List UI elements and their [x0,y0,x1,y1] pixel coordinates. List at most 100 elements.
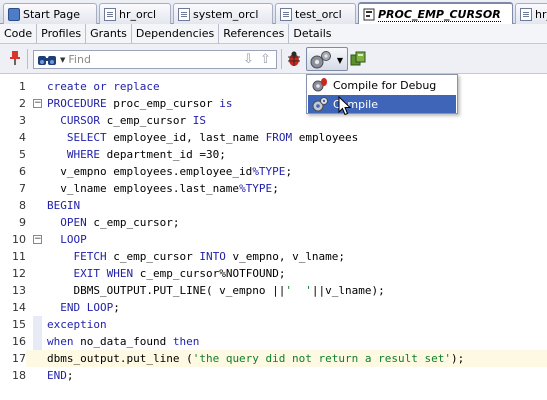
home-icon [8,7,20,21]
tab-label: test_orcl [295,7,342,21]
code-text: DBMS_OUTPUT.PUT_LINE( v_empno ||' '||v_l… [47,284,385,297]
tab-proc-emp-cursor[interactable]: PROC_EMP_CURSOR [358,2,513,25]
menu-item-compile-for-debug[interactable]: Compile for Debug [308,76,456,94]
code-line[interactable]: 5 WHERE department_id =30; [0,146,547,163]
line-number: 1 [19,80,26,93]
code-text: v_empno employees.employee_id%TYPE; [47,165,293,178]
toolbar-separator [281,49,282,69]
find-previous-icon[interactable]: ⇧ [258,52,273,67]
chevron-down-icon[interactable]: ▼ [60,56,65,64]
code-text: exception [47,318,107,331]
tab-test-orcl[interactable]: test_orcl [275,3,356,24]
code-text: BEGIN [47,199,81,212]
line-number: 10 [12,233,26,246]
code-line[interactable]: 9 OPEN c_emp_cursor; [0,214,547,231]
code-text: v_lname employees.last_name%TYPE; [47,182,279,195]
line-number: 13 [12,284,26,297]
code-line[interactable]: 3 CURSOR c_emp_cursor IS [0,112,547,129]
fold-toggle-icon[interactable]: − [33,235,42,244]
subtab-profiles[interactable]: Profiles [37,23,87,44]
code-text: when no_data_found then [47,335,200,348]
line-number: 15 [12,318,26,331]
sql-worksheet-icon [520,7,532,21]
line-number: 5 [19,148,26,161]
menu-item-label: Compile for Debug [333,78,437,92]
debug-icon[interactable] [286,51,302,67]
run-icon[interactable] [350,51,366,67]
code-text: SELECT employee_id, last_name FROM emplo… [66,131,359,144]
code-line[interactable]: 10 LOOP [0,231,547,248]
object-subtabs: Code Profiles Grants Dependencies Refere… [0,23,547,44]
line-number: 7 [19,182,26,195]
code-editor[interactable]: 1 create or replace 2 PROCEDURE proc_emp_cu… [0,75,547,400]
code-line[interactable]: 15 exception [0,316,547,333]
find-arrows: ⇩ ⇧ [241,52,273,67]
line-number: 12 [12,267,26,280]
line-number: 4 [19,131,26,144]
code-text: CURSOR c_emp_cursor IS [60,114,206,127]
code-text: EXIT WHEN c_emp_cursor%NOTFOUND; [73,267,286,280]
line-number: 17 [0,350,26,367]
fold-toggle-icon[interactable]: − [33,99,42,108]
menu-item-compile[interactable]: Compile [308,95,456,113]
code-line[interactable]: 12 EXIT WHEN c_emp_cursor%NOTFOUND; [0,265,547,282]
line-number: 6 [19,165,26,178]
compile-menu: Compile for Debug Compile [306,74,458,114]
code-text: PROCEDURE proc_emp_cursor is [47,97,233,110]
code-text: OPEN c_emp_cursor; [60,216,180,229]
line-number: 9 [19,216,26,229]
compile-debug-icon [312,77,328,93]
find-input[interactable] [68,53,219,66]
code-line[interactable]: 13 DBMS_OUTPUT.PUT_LINE( v_empno ||' '||… [0,282,547,299]
code-line[interactable]: 7 v_lname employees.last_name%TYPE; [0,180,547,197]
pin-icon[interactable] [9,51,21,65]
line-number: 14 [12,301,26,314]
code-line[interactable]: 14 END LOOP; [0,299,547,316]
block-range-marker [33,316,42,350]
mouse-pointer-icon [338,95,352,116]
code-line[interactable]: 1 create or replace [0,78,547,95]
tab-label: hr_ [535,7,547,21]
tab-start-page[interactable]: Start Page [3,3,97,24]
code-line[interactable]: 17 dbms_output.put_line ('the query did n… [0,350,547,367]
line-number: 3 [19,114,26,127]
sql-worksheet-icon [280,7,292,21]
document-tab-strip: Start Page hr_orcl system_orcl test_orcl… [0,0,547,25]
code-line[interactable]: 2 PROCEDURE proc_emp_cursor is [0,95,547,112]
subtab-code[interactable]: Code [0,23,38,44]
subtab-references[interactable]: References [219,23,290,44]
find-next-icon[interactable]: ⇩ [241,52,256,67]
line-number: 18 [12,369,26,382]
code-text: WHERE department_id =30; [66,148,226,161]
tab-label: hr_orcl [119,7,157,21]
subtab-details[interactable]: Details [289,24,335,44]
code-text: create or replace [47,80,160,93]
code-line[interactable]: 18 END; [0,367,547,384]
code-line[interactable]: 11 FETCH c_emp_cursor INTO v_empno, v_ln… [0,248,547,265]
code-text: END; [47,369,74,382]
editor-toolbar: ▼ ⇩ ⇧ ▼ [0,44,547,74]
tab-hr-orcl[interactable]: hr_orcl [99,3,171,24]
code-text: END LOOP; [60,301,120,314]
code-line[interactable]: 4 SELECT employee_id, last_name FROM emp… [0,129,547,146]
tab-label: PROC_EMP_CURSOR [378,7,501,22]
code-text: FETCH c_emp_cursor INTO v_empno, v_lname… [73,250,346,263]
code-line[interactable]: 8 BEGIN [0,197,547,214]
code-text: dbms_output.put_line ('the query did not… [47,352,465,365]
tab-label: Start Page [23,7,80,21]
binoculars-icon[interactable] [37,53,59,67]
sql-worksheet-icon [178,7,190,21]
code-line[interactable]: 6 v_empno employees.employee_id%TYPE; [0,163,547,180]
line-number: 16 [12,335,26,348]
subtab-dependencies[interactable]: Dependencies [132,23,220,44]
sql-worksheet-icon [104,7,116,21]
code-line[interactable]: 16 when no_data_found then [0,333,547,350]
compile-dropdown-button[interactable]: ▼ [306,47,348,71]
find-field[interactable]: ▼ ⇩ ⇧ [33,50,277,69]
code-text: LOOP [60,233,87,246]
line-number: 8 [19,199,26,212]
tab-hr-overflow[interactable]: hr_ [515,3,547,24]
compile-icon [312,96,328,112]
subtab-grants[interactable]: Grants [86,23,132,44]
tab-system-orcl[interactable]: system_orcl [173,3,273,24]
